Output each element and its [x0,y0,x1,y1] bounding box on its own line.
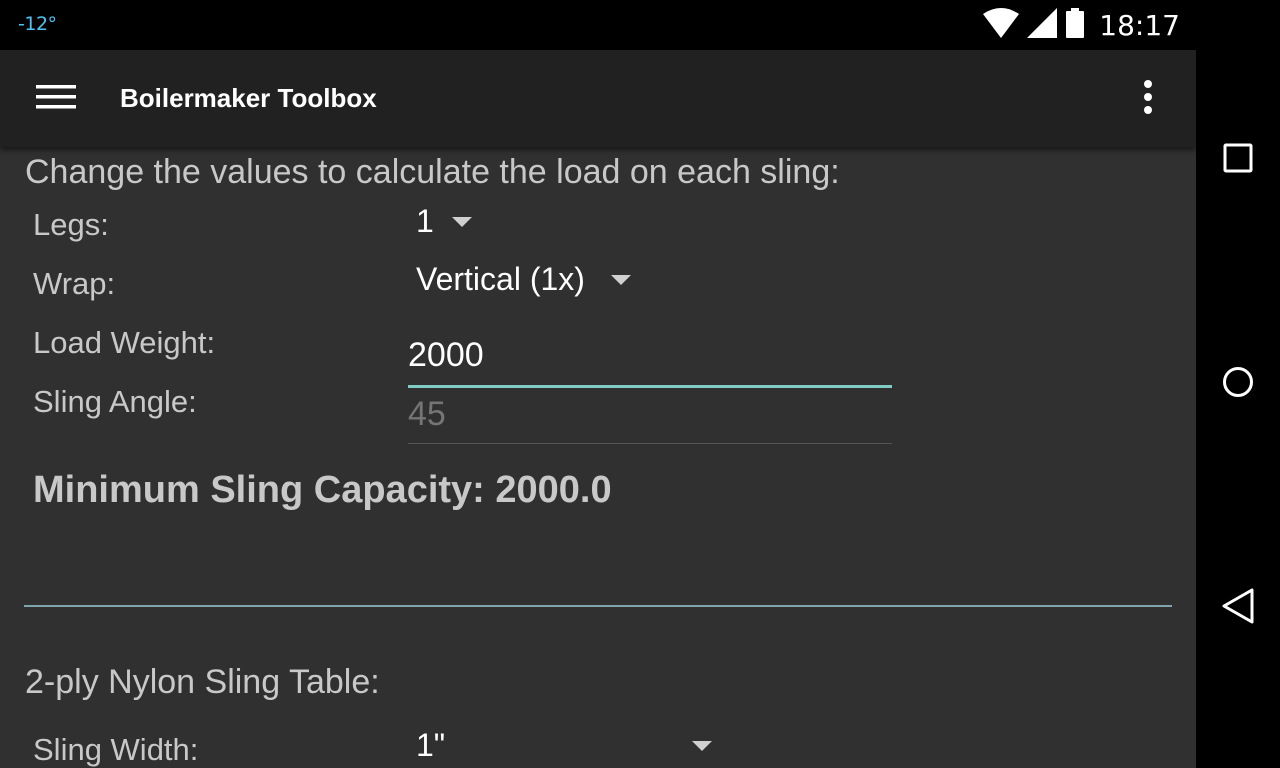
home-button[interactable] [1196,344,1280,424]
temperature-indicator: -12° [18,13,57,35]
hamburger-menu-icon [36,83,76,115]
load-weight-input[interactable] [408,325,892,388]
legs-label: Legs: [33,207,109,242]
sling-width-label: Sling Width: [33,732,199,767]
signal-icon [1027,8,1058,42]
legs-spinner[interactable]: 1 [416,203,472,240]
calculator-content[interactable]: Change the values to calculate the load … [0,147,1196,768]
overflow-menu-button[interactable] [1124,74,1172,124]
battery-icon [1065,8,1085,42]
dropdown-arrow-icon [610,274,631,285]
navigation-drawer-button[interactable] [22,74,90,124]
dropdown-arrow-icon [692,740,712,751]
back-button[interactable] [1196,568,1280,648]
app-title: Boilermaker Toolbox [120,83,377,113]
status-icons: 18:17 [983,8,1180,42]
intro-text: Change the values to calculate the load … [25,153,840,191]
clock: 18:17 [1099,8,1180,42]
legs-value: 1 [416,203,434,239]
wrap-label: Wrap: [33,266,116,301]
wifi-icon [983,8,1020,42]
wrap-value: Vertical (1x) [416,261,585,297]
sling-angle-label: Sling Angle: [33,384,197,419]
status-bar: -12° 18:17 [0,0,1196,50]
sling-angle-input[interactable] [408,385,892,444]
back-icon [1221,587,1255,629]
recents-icon [1223,143,1253,177]
app-bar: Boilermaker Toolbox [0,50,1196,147]
sling-width-spinner[interactable]: 1" [416,727,712,764]
recents-button[interactable] [1196,120,1280,200]
sling-width-value: 1" [416,727,446,763]
android-screen: -12° 18:17 Boilermaker Toolbox Change th… [0,0,1280,768]
sling-table-title: 2-ply Nylon Sling Table: [25,663,380,701]
minimum-sling-capacity-result: Minimum Sling Capacity: 2000.0 [33,469,612,511]
wrap-spinner[interactable]: Vertical (1x) [416,261,631,298]
home-icon [1222,366,1254,402]
load-weight-label: Load Weight: [33,325,216,360]
overflow-menu-icon [1143,80,1153,118]
section-divider [24,605,1172,607]
system-navigation-bar [1196,0,1280,768]
dropdown-arrow-icon [451,216,472,227]
